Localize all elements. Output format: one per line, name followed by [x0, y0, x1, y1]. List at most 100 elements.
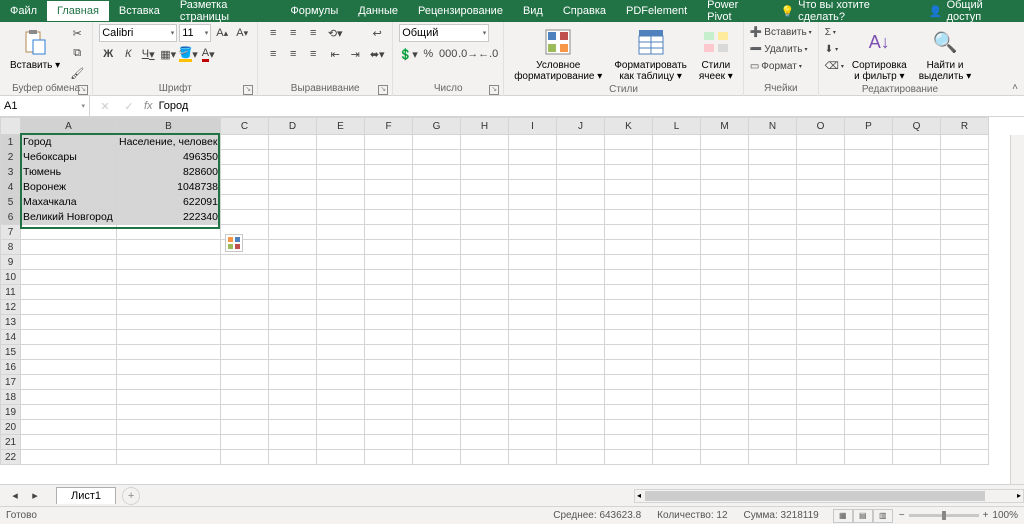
cell-O4[interactable]	[797, 180, 845, 195]
cell-J14[interactable]	[557, 330, 605, 345]
cell-R14[interactable]	[941, 330, 989, 345]
cancel-formula-button[interactable]: ✕	[96, 97, 114, 115]
cell-I11[interactable]	[509, 285, 557, 300]
cell-B14[interactable]	[117, 330, 221, 345]
col-header-J[interactable]: J	[557, 118, 605, 135]
cell-N15[interactable]	[749, 345, 797, 360]
cell-A1[interactable]: Город	[21, 135, 117, 150]
cell-O15[interactable]	[797, 345, 845, 360]
cell-R19[interactable]	[941, 405, 989, 420]
cell-Q8[interactable]	[893, 240, 941, 255]
cell-C4[interactable]	[221, 180, 269, 195]
cell-E17[interactable]	[317, 375, 365, 390]
cell-L15[interactable]	[653, 345, 701, 360]
cell-G15[interactable]	[413, 345, 461, 360]
col-header-D[interactable]: D	[269, 118, 317, 135]
row-header-22[interactable]: 22	[1, 450, 21, 465]
cell-M14[interactable]	[701, 330, 749, 345]
cell-R2[interactable]	[941, 150, 989, 165]
cell-M21[interactable]	[701, 435, 749, 450]
cell-I19[interactable]	[509, 405, 557, 420]
cell-J17[interactable]	[557, 375, 605, 390]
cell-D6[interactable]	[269, 210, 317, 225]
row-header-9[interactable]: 9	[1, 255, 21, 270]
cell-I14[interactable]	[509, 330, 557, 345]
align-top-button[interactable]: ≡	[264, 24, 282, 42]
cell-L6[interactable]	[653, 210, 701, 225]
cell-A7[interactable]	[21, 225, 117, 240]
col-header-E[interactable]: E	[317, 118, 365, 135]
cell-H22[interactable]	[461, 450, 509, 465]
autosum-button[interactable]: Σ▾	[825, 24, 844, 40]
col-header-F[interactable]: F	[365, 118, 413, 135]
cell-R21[interactable]	[941, 435, 989, 450]
cell-E7[interactable]	[317, 225, 365, 240]
row-header-5[interactable]: 5	[1, 195, 21, 210]
cell-J8[interactable]	[557, 240, 605, 255]
cell-B1[interactable]: Население, человек	[117, 135, 221, 150]
cell-R10[interactable]	[941, 270, 989, 285]
cell-G20[interactable]	[413, 420, 461, 435]
cell-G14[interactable]	[413, 330, 461, 345]
cell-H7[interactable]	[461, 225, 509, 240]
fill-color-button[interactable]: 🪣▾	[179, 45, 197, 63]
cell-L17[interactable]	[653, 375, 701, 390]
col-header-O[interactable]: O	[797, 118, 845, 135]
cell-R20[interactable]	[941, 420, 989, 435]
formula-input[interactable]	[159, 100, 1018, 112]
cell-L7[interactable]	[653, 225, 701, 240]
cell-O18[interactable]	[797, 390, 845, 405]
cell-L4[interactable]	[653, 180, 701, 195]
cell-K9[interactable]	[605, 255, 653, 270]
cell-E1[interactable]	[317, 135, 365, 150]
cell-D10[interactable]	[269, 270, 317, 285]
format-cells-button[interactable]: ▭Формат▾	[750, 58, 812, 74]
cell-O3[interactable]	[797, 165, 845, 180]
cell-J11[interactable]	[557, 285, 605, 300]
cell-I7[interactable]	[509, 225, 557, 240]
cell-K16[interactable]	[605, 360, 653, 375]
cell-N6[interactable]	[749, 210, 797, 225]
zoom-out-button[interactable]: −	[899, 510, 905, 521]
quick-analysis-button[interactable]	[225, 234, 243, 252]
cell-K17[interactable]	[605, 375, 653, 390]
cell-A11[interactable]	[21, 285, 117, 300]
cell-I5[interactable]	[509, 195, 557, 210]
cell-J2[interactable]	[557, 150, 605, 165]
cell-D16[interactable]	[269, 360, 317, 375]
cell-E22[interactable]	[317, 450, 365, 465]
cell-J7[interactable]	[557, 225, 605, 240]
cell-I17[interactable]	[509, 375, 557, 390]
cell-N19[interactable]	[749, 405, 797, 420]
percent-format-button[interactable]: %	[419, 45, 437, 63]
row-header-8[interactable]: 8	[1, 240, 21, 255]
sheet-tab[interactable]: Лист1	[56, 487, 116, 504]
cell-B4[interactable]: 1048738	[117, 180, 221, 195]
cell-Q10[interactable]	[893, 270, 941, 285]
italic-button[interactable]: К	[119, 45, 137, 63]
cell-A14[interactable]	[21, 330, 117, 345]
cell-H4[interactable]	[461, 180, 509, 195]
cell-F10[interactable]	[365, 270, 413, 285]
cell-R1[interactable]	[941, 135, 989, 150]
cell-P12[interactable]	[845, 300, 893, 315]
cell-K18[interactable]	[605, 390, 653, 405]
cell-I16[interactable]	[509, 360, 557, 375]
cell-G10[interactable]	[413, 270, 461, 285]
cell-K6[interactable]	[605, 210, 653, 225]
cell-Q13[interactable]	[893, 315, 941, 330]
format-painter-button[interactable]: 🖌	[68, 64, 86, 82]
cell-N16[interactable]	[749, 360, 797, 375]
cell-K14[interactable]	[605, 330, 653, 345]
cell-B8[interactable]	[117, 240, 221, 255]
cell-E14[interactable]	[317, 330, 365, 345]
cell-J18[interactable]	[557, 390, 605, 405]
cell-O6[interactable]	[797, 210, 845, 225]
cell-H1[interactable]	[461, 135, 509, 150]
row-header-12[interactable]: 12	[1, 300, 21, 315]
tab-home[interactable]: Главная	[47, 1, 109, 21]
cell-P16[interactable]	[845, 360, 893, 375]
number-dialog-icon[interactable]: ↘	[489, 85, 499, 95]
cell-M2[interactable]	[701, 150, 749, 165]
cell-M19[interactable]	[701, 405, 749, 420]
